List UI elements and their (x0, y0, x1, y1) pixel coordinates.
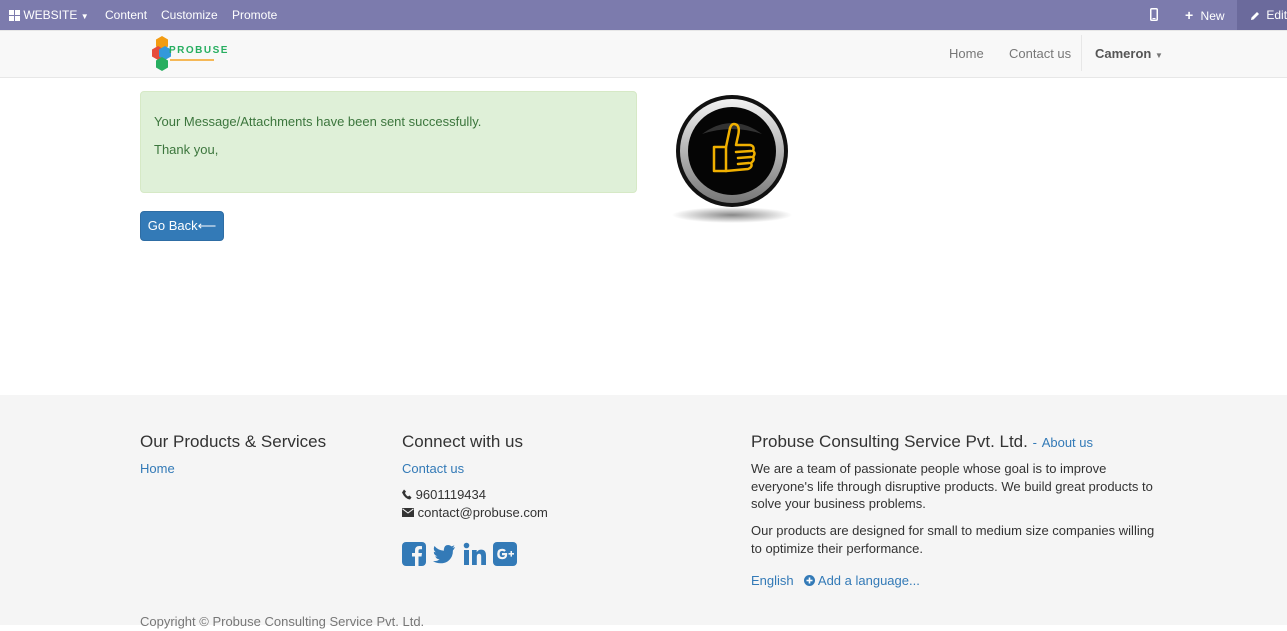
logo[interactable]: PROBUSE (151, 36, 227, 72)
company-description: We are a team of passionate people whose… (751, 461, 1153, 511)
phone-number: 9601119434 (415, 487, 486, 502)
company-products-note: Our products are designed for small to m… (751, 523, 1155, 556)
go-back-button[interactable]: Go Back⟵ (140, 211, 224, 241)
envelope-icon (402, 508, 414, 517)
about-us-link[interactable]: About us (1042, 435, 1093, 450)
new-label: New (1200, 9, 1225, 23)
nav-divider (1081, 35, 1082, 71)
footer-contact-link[interactable]: Contact us (402, 461, 464, 476)
nav-home[interactable]: Home (949, 31, 984, 76)
footer-phone: 9601119434 (402, 486, 486, 504)
admin-bar: WEBSITE ▼ Content Customize Promote + Ne… (0, 0, 1287, 30)
menu-content[interactable]: Content (105, 0, 147, 30)
plus-circle-icon (804, 575, 815, 586)
footer-connect-title: Connect with us (402, 432, 523, 451)
footer-products-title: Our Products & Services (140, 432, 327, 451)
logo-tagline (170, 59, 214, 61)
footer-email: contact@probuse.com (402, 504, 548, 522)
add-language-label: Add a language... (817, 573, 920, 588)
website-label: WEBSITE (23, 8, 78, 22)
plus-icon: + (1185, 7, 1194, 23)
edit-label: Edit (1266, 8, 1287, 22)
user-menu[interactable]: Cameron ▼ (1095, 31, 1163, 78)
mobile-icon (1150, 8, 1158, 21)
nav-contact-us[interactable]: Contact us (1009, 31, 1071, 76)
add-language-link[interactable]: Add a language... (804, 573, 920, 588)
menu-promote[interactable]: Promote (232, 0, 277, 30)
twitter-icon[interactable] (432, 542, 456, 566)
new-button[interactable]: + New (1185, 0, 1225, 30)
edit-button[interactable]: Edit (1237, 0, 1287, 30)
success-alert: Your Message/Attachments have been sent … (140, 91, 637, 193)
alert-thanks: Thank you, (154, 142, 219, 157)
email-address: contact@probuse.com (417, 505, 548, 520)
language-english[interactable]: English (751, 573, 794, 588)
pencil-icon (1251, 12, 1259, 20)
copyright: Copyright © Probuse Consulting Service P… (140, 614, 425, 629)
phone-icon (402, 489, 412, 500)
company-name: Probuse Consulting Service Pvt. Ltd. (751, 432, 1028, 451)
caret-down-icon: ▼ (80, 12, 89, 21)
footer-home-link[interactable]: Home (140, 461, 175, 476)
menu-customize[interactable]: Customize (161, 0, 218, 30)
linkedin-icon[interactable] (463, 542, 487, 566)
user-name: Cameron (1095, 46, 1152, 61)
facebook-icon[interactable] (402, 542, 426, 566)
caret-down-icon: ▼ (1154, 51, 1163, 60)
google-plus-icon[interactable] (493, 542, 517, 566)
site-header: PROBUSE Home Contact us Cameron ▼ (0, 30, 1287, 78)
logo-text: PROBUSE (169, 45, 229, 56)
mobile-preview-button[interactable] (1150, 0, 1158, 30)
alert-message: Your Message/Attachments have been sent … (154, 114, 482, 129)
footer-company-title: Probuse Consulting Service Pvt. Ltd. - A… (751, 432, 1094, 451)
website-menu[interactable]: WEBSITE ▼ (9, 0, 89, 30)
thumbs-up-icon (672, 95, 792, 223)
apps-icon (9, 10, 20, 21)
